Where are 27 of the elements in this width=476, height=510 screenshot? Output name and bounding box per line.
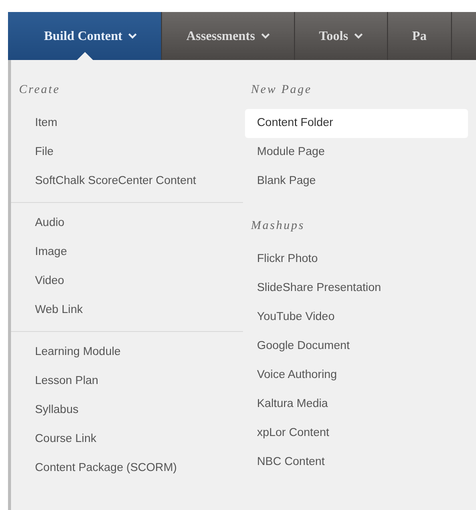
menu-item[interactable]: Video	[11, 267, 243, 296]
menu-item[interactable]: YouTube Video	[245, 303, 468, 332]
menu-item[interactable]: Blank Page	[245, 167, 468, 196]
menu-item[interactable]: Image	[11, 238, 243, 267]
menu-item[interactable]: Flickr Photo	[245, 245, 468, 274]
menu-item[interactable]: SoftChalk ScoreCenter Content	[11, 167, 243, 196]
section-heading: New Page	[250, 82, 313, 98]
section-heading: Mashups	[250, 218, 306, 234]
menu-item[interactable]: Kaltura Media	[245, 390, 468, 419]
menu-item[interactable]: Learning Module	[11, 338, 243, 367]
menu-item[interactable]: xpLor Content	[245, 419, 468, 448]
menu-item[interactable]: Syllabus	[11, 396, 243, 425]
menu-item[interactable]: Voice Authoring	[245, 361, 468, 390]
menu-item[interactable]: Lesson Plan	[11, 367, 243, 396]
menu-item[interactable]: Content Folder	[245, 109, 468, 138]
menu-item[interactable]: Course Link	[11, 425, 243, 454]
menu-item[interactable]: Content Package (SCORM)	[11, 454, 243, 483]
menu-item[interactable]: SlideShare Presentation	[245, 274, 468, 303]
menu-item[interactable]: File	[11, 138, 243, 167]
menu-item[interactable]: Google Document	[245, 332, 468, 361]
section-heading: Create	[18, 82, 62, 98]
menu-item[interactable]: Module Page	[245, 138, 468, 167]
menu-item[interactable]: NBC Content	[245, 448, 468, 477]
menu-item[interactable]: Item	[11, 109, 243, 138]
menu-item[interactable]: Audio	[11, 209, 243, 238]
menu-tab[interactable]: Build Content	[8, 12, 162, 60]
menu-item[interactable]: Web Link	[11, 296, 243, 325]
